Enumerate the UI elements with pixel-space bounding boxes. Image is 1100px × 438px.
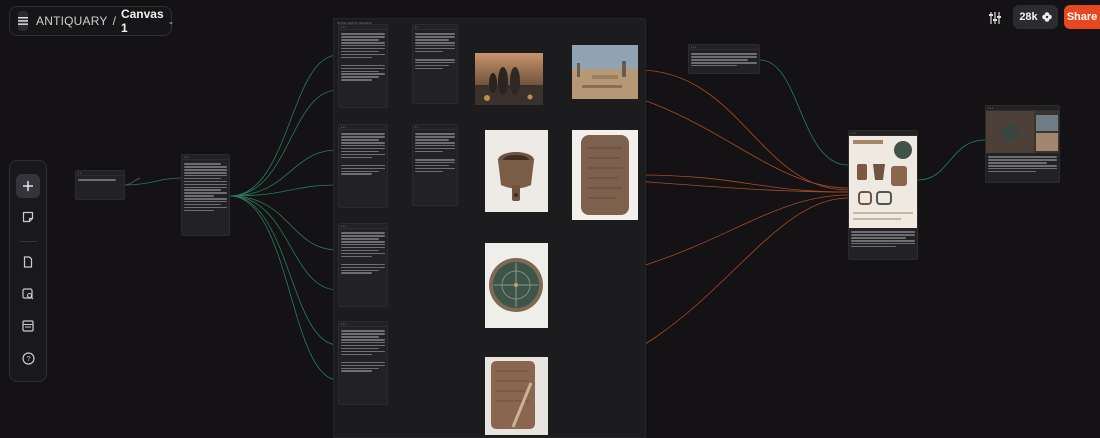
text-node[interactable]: ▪ ▪ ▪ bbox=[338, 223, 388, 307]
breadcrumb-separator: / bbox=[112, 14, 116, 28]
left-toolbar: ? bbox=[9, 160, 47, 382]
output-node[interactable]: ▪ ▪ ▪ bbox=[985, 105, 1060, 183]
input-node[interactable]: ▪ ▪ bbox=[75, 170, 125, 200]
toolbar-divider bbox=[20, 241, 37, 242]
add-icon bbox=[23, 181, 33, 191]
text-node[interactable]: ▪ ▪ ▪ bbox=[338, 124, 388, 208]
help-button[interactable]: ? bbox=[16, 346, 40, 370]
output-image bbox=[986, 111, 1059, 153]
hamburger-icon bbox=[18, 17, 28, 25]
image-node[interactable] bbox=[485, 357, 548, 435]
layout-button[interactable] bbox=[16, 314, 40, 338]
sticky-note-button[interactable] bbox=[16, 205, 40, 229]
menu-button[interactable] bbox=[18, 11, 28, 31]
credits-button[interactable]: 28k bbox=[1013, 5, 1058, 29]
add-node-button[interactable] bbox=[16, 174, 40, 198]
image-search-icon bbox=[22, 288, 34, 300]
image-node[interactable] bbox=[485, 130, 548, 212]
sticky-note-icon bbox=[22, 211, 34, 223]
project-header: ANTIQUARY / Canvas 1 ⌄ bbox=[9, 6, 175, 36]
image-node[interactable] bbox=[572, 45, 638, 99]
prompt-node[interactable]: ▪ ▪ ▪ bbox=[181, 154, 230, 236]
sliders-icon bbox=[989, 12, 1001, 24]
credits-count: 28k bbox=[1019, 11, 1038, 23]
node-canvas[interactable]: ▪ ▪ ▪ ▪ ▪ NODE GROUP HEADING ▪ ▪ ▪ ▪ ▪ ▪ bbox=[0, 0, 1100, 438]
text-node[interactable]: ▪ ▪ ▪ bbox=[688, 44, 760, 74]
text-node[interactable]: ▪ ▪ ▪ bbox=[338, 321, 388, 405]
image-node[interactable] bbox=[572, 130, 638, 220]
text-node[interactable]: ▪ ▪ bbox=[412, 124, 458, 206]
help-icon: ? bbox=[21, 351, 35, 365]
layout-icon bbox=[22, 320, 34, 332]
chevron-down-icon[interactable]: ⌄ bbox=[168, 17, 175, 26]
stylus-tablet-image bbox=[485, 357, 548, 435]
image-node[interactable] bbox=[475, 53, 543, 105]
composite-image bbox=[849, 136, 917, 228]
text-node[interactable]: ▪ ▪ bbox=[412, 24, 458, 104]
adjustments-button[interactable] bbox=[985, 8, 1005, 28]
figures-image bbox=[475, 53, 543, 105]
image-search-button[interactable] bbox=[16, 282, 40, 306]
text-node[interactable]: ▪ ▪ ▪ bbox=[338, 24, 388, 108]
image-node[interactable] bbox=[485, 243, 548, 328]
document-icon bbox=[23, 256, 33, 268]
share-button[interactable]: Share bbox=[1064, 5, 1100, 29]
ruins-image bbox=[572, 45, 638, 99]
flower-icon bbox=[1041, 12, 1052, 22]
composite-node[interactable]: ▪ ▪ ▪ bbox=[848, 130, 918, 260]
svg-text:?: ? bbox=[26, 354, 30, 363]
stone-cup-image bbox=[485, 130, 548, 212]
document-button[interactable] bbox=[16, 250, 40, 274]
astrolabe-image bbox=[485, 243, 548, 328]
clay-tablet-image bbox=[572, 130, 638, 220]
brand-name[interactable]: ANTIQUARY bbox=[36, 14, 108, 28]
canvas-name[interactable]: Canvas 1 bbox=[121, 7, 164, 35]
